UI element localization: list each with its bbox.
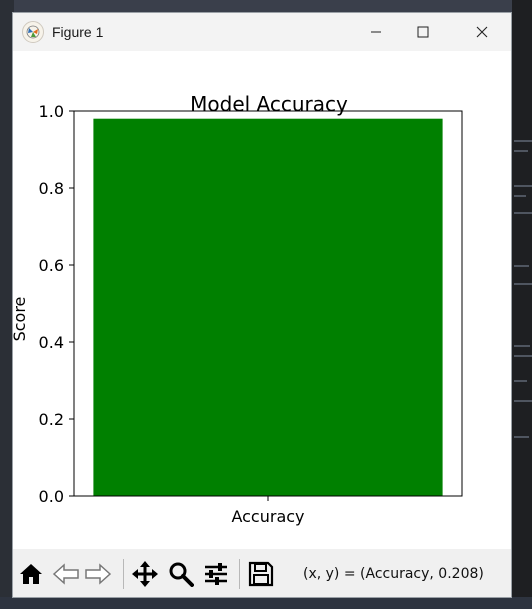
close-button[interactable]: [459, 13, 505, 51]
figure-canvas[interactable]: Model Accuracy Score 0.0 0.2 0.4 0.6 0.8 1.0 …: [10, 51, 511, 549]
y-tick-label: 0.6: [39, 256, 64, 275]
title-bar[interactable]: Figure 1: [13, 13, 511, 51]
matplotlib-app-icon: [22, 21, 44, 43]
x-tick-label: Accuracy: [231, 507, 304, 526]
home-button[interactable]: [16, 559, 46, 589]
x-axis-ticks: Accuracy: [231, 496, 305, 526]
maximize-button[interactable]: [400, 13, 446, 51]
y-tick-label: 0.8: [39, 179, 64, 198]
navigation-toolbar: (x, y) = (Accuracy, 0.208): [13, 549, 511, 597]
y-tick-label: 0.2: [39, 410, 64, 429]
figure-window: Figure 1 Model Accuracy Score 0.0 0.2 0.4 0…: [10, 12, 512, 598]
desktop-background-top: [0, 0, 532, 12]
close-icon: [476, 26, 488, 38]
forward-button[interactable]: [83, 559, 113, 589]
cursor-coordinates: (x, y) = (Accuracy, 0.208): [303, 566, 484, 582]
y-axis-ticks: 0.0 0.2 0.4 0.6 0.8 1.0: [39, 102, 74, 506]
window-title: Figure 1: [52, 24, 104, 40]
toolbar-separator: [239, 559, 240, 589]
toolbar-separator: [123, 559, 124, 589]
editor-background-right: [512, 0, 532, 609]
y-axis-label: Score: [13, 297, 29, 342]
y-tick-label: 0.4: [39, 333, 64, 352]
bars: [93, 118, 443, 496]
y-tick-label: 1.0: [39, 102, 64, 121]
zoom-icon: [169, 562, 194, 587]
y-tick-label: 0.0: [39, 487, 64, 506]
bar-accuracy: [93, 118, 443, 496]
minimize-button[interactable]: [353, 13, 399, 51]
save-icon: [248, 561, 274, 587]
pan-icon: [132, 561, 158, 587]
save-button[interactable]: [246, 559, 276, 589]
taskbar-background: [0, 597, 532, 609]
maximize-icon: [417, 26, 429, 38]
bar-chart: Model Accuracy Score 0.00.20.40.60.81.0 …: [10, 92, 463, 526]
back-icon: [52, 563, 79, 585]
pan-button[interactable]: [130, 559, 160, 589]
forward-icon: [85, 563, 112, 585]
home-icon: [20, 564, 42, 584]
minimize-icon: [371, 31, 381, 33]
chart-title: Model Accuracy: [190, 92, 348, 116]
configure-subplots-icon: [205, 563, 227, 585]
zoom-button[interactable]: [166, 559, 196, 589]
back-button[interactable]: [51, 559, 81, 589]
configure-subplots-button[interactable]: [201, 559, 231, 589]
